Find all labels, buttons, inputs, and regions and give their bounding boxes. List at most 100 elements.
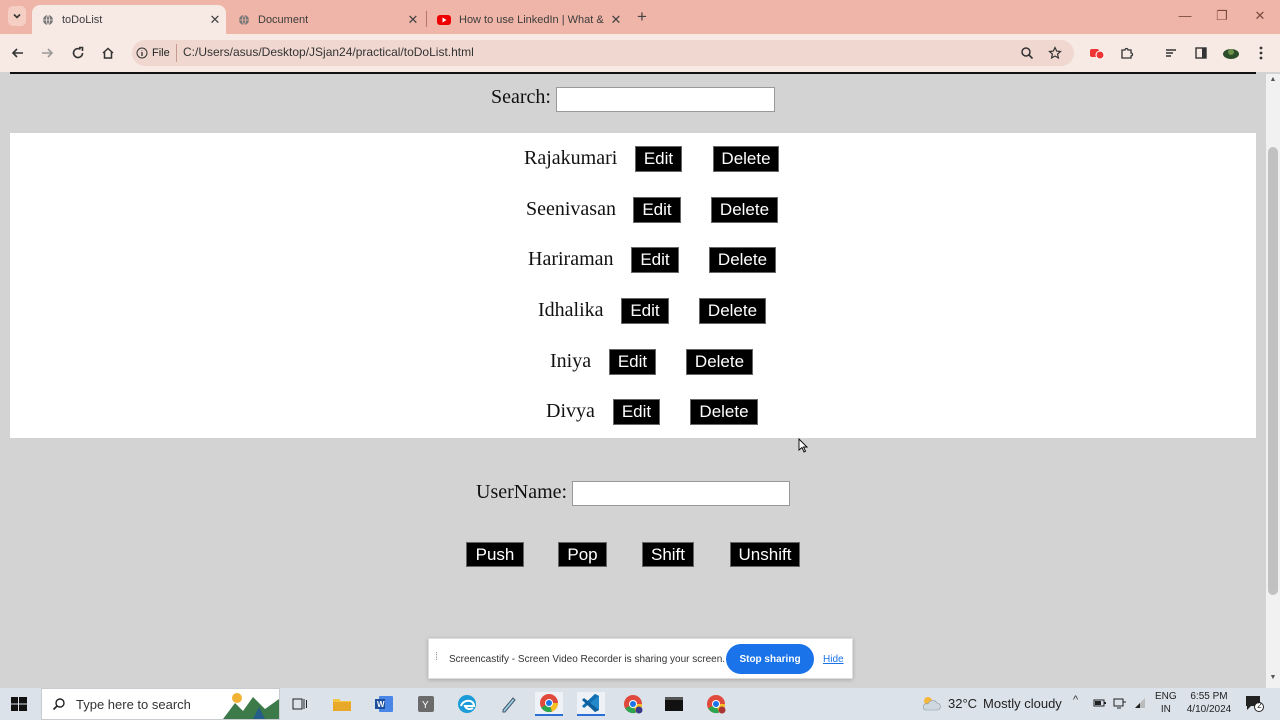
info-icon (136, 47, 148, 59)
reload-icon (72, 46, 84, 59)
folder-icon (333, 699, 351, 711)
chrome-button[interactable] (535, 692, 563, 716)
bookmark-button[interactable] (1046, 44, 1064, 62)
close-icon[interactable]: ✕ (605, 12, 627, 28)
list-item: Rajakumari Edit Delete (10, 146, 1256, 172)
push-button[interactable]: Push (466, 542, 524, 567)
delete-button[interactable]: Delete (709, 247, 776, 273)
scrollbar-thumb[interactable] (1268, 147, 1278, 595)
windows-start-icon[interactable] (8, 694, 30, 714)
item-name: Hariraman (528, 248, 614, 270)
forward-button[interactable] (38, 44, 56, 62)
username-input[interactable] (572, 481, 790, 506)
youtube-icon (437, 14, 451, 25)
shift-button[interactable]: Shift (642, 542, 694, 567)
chrome-icon (540, 694, 559, 713)
weather-widget[interactable]: 32°C Mostly cloudy (920, 694, 1062, 712)
screencastify-extension[interactable] (1088, 44, 1106, 62)
clock[interactable]: 6:55 PM 4/10/2024 (1180, 690, 1238, 716)
edit-button[interactable]: Edit (633, 197, 681, 223)
network-icon[interactable] (1113, 697, 1127, 709)
search-label: Search: (491, 86, 551, 108)
edit-button[interactable]: Edit (635, 146, 682, 172)
side-panel-button[interactable] (1192, 44, 1210, 62)
word-button[interactable]: W (370, 692, 398, 716)
profile-avatar[interactable] (1222, 44, 1240, 62)
edit-button[interactable]: Edit (609, 349, 656, 375)
mouse-cursor-icon (798, 438, 808, 453)
site-info-chip[interactable]: File (136, 44, 177, 62)
url-text[interactable]: C:/Users/asus/Desktop/JSjan24/practical/… (183, 45, 474, 59)
chrome-icon (624, 695, 643, 714)
chevron-up-icon[interactable]: ^ (1073, 694, 1078, 706)
pop-button[interactable]: Pop (558, 542, 607, 567)
scroll-up-icon[interactable]: ▲ (1266, 76, 1280, 88)
chrome-profile-button[interactable] (619, 692, 647, 716)
delete-button[interactable]: Delete (686, 349, 753, 375)
clock-date: 4/10/2024 (1186, 704, 1232, 715)
lang-code: ENG (1155, 691, 1177, 702)
edge-button[interactable] (453, 692, 481, 716)
item-name: Divya (546, 400, 595, 422)
tab-document[interactable]: Document ✕ (228, 5, 424, 34)
arrow-left-icon (11, 48, 23, 58)
delete-button[interactable]: Delete (711, 197, 778, 223)
more-vert-icon (1259, 46, 1263, 60)
unshift-button[interactable]: Unshift (730, 542, 800, 567)
delete-button[interactable]: Delete (713, 146, 779, 172)
task-view-icon (292, 698, 307, 710)
delete-button[interactable]: Delete (699, 298, 766, 324)
extensions-button[interactable] (1118, 44, 1136, 62)
chrome-icon (707, 695, 726, 714)
tab-linkedin-video[interactable]: How to use LinkedIn | What & W ✕ (427, 5, 627, 34)
record-icon (1090, 49, 1105, 60)
minimize-icon[interactable]: — (1175, 8, 1195, 23)
zoom-button[interactable] (1018, 44, 1036, 62)
delete-button[interactable]: Delete (690, 399, 758, 425)
reading-list-button[interactable] (1162, 44, 1180, 62)
taskbar-search[interactable]: Type here to search (41, 688, 280, 720)
file-explorer-button[interactable] (328, 692, 356, 716)
list-item: Iniya Edit Delete (10, 349, 1256, 375)
battery-icon[interactable] (1093, 698, 1107, 708)
restore-icon[interactable]: ❐ (1212, 8, 1232, 24)
notepad-button[interactable] (495, 692, 523, 716)
stop-sharing-button[interactable]: Stop sharing (726, 644, 814, 674)
app-button[interactable]: Y (412, 692, 440, 716)
item-name: Idhalika (538, 299, 604, 321)
chrome-profile2-button[interactable] (702, 692, 730, 716)
wifi-icon[interactable] (1133, 697, 1147, 709)
star-icon (1048, 46, 1062, 60)
notification-center-button[interactable]: 2 (1244, 694, 1264, 712)
arrow-right-icon (42, 48, 54, 58)
tab-title: How to use LinkedIn | What & W (459, 13, 605, 26)
edit-button[interactable]: Edit (631, 247, 679, 273)
window-close-icon[interactable]: ✕ (1250, 8, 1270, 24)
list-icon (1166, 49, 1176, 57)
edit-button[interactable]: Edit (621, 298, 669, 324)
search-input[interactable] (556, 87, 775, 112)
svg-text:Y: Y (422, 700, 429, 711)
todo-list: Rajakumari Edit Delete Seenivasan Edit D… (10, 133, 1256, 438)
hide-link[interactable]: Hide (823, 654, 844, 665)
tab-todolist[interactable]: toDoList ✕ (32, 5, 226, 34)
reload-button[interactable] (69, 44, 87, 62)
close-icon[interactable]: ✕ (402, 12, 424, 28)
scroll-down-icon[interactable]: ▼ (1266, 674, 1280, 686)
avatar-icon (1223, 49, 1239, 59)
word-icon: W (375, 696, 393, 712)
drag-handle-icon[interactable]: ⁞ (435, 651, 438, 663)
new-tab-button[interactable]: + (632, 7, 652, 27)
terminal-button[interactable] (660, 692, 688, 716)
chrome-menu-button[interactable] (1252, 44, 1270, 62)
back-button[interactable] (9, 44, 27, 62)
edge-icon (458, 695, 476, 713)
language-indicator[interactable]: ENG IN (1155, 690, 1177, 716)
terminal-icon (665, 697, 683, 711)
edit-button[interactable]: Edit (613, 399, 660, 425)
task-view-button[interactable] (286, 692, 314, 716)
close-icon[interactable]: ✕ (204, 12, 226, 28)
home-button[interactable] (99, 44, 117, 62)
vscode-button[interactable] (577, 692, 605, 716)
tab-search-button[interactable] (8, 6, 26, 26)
